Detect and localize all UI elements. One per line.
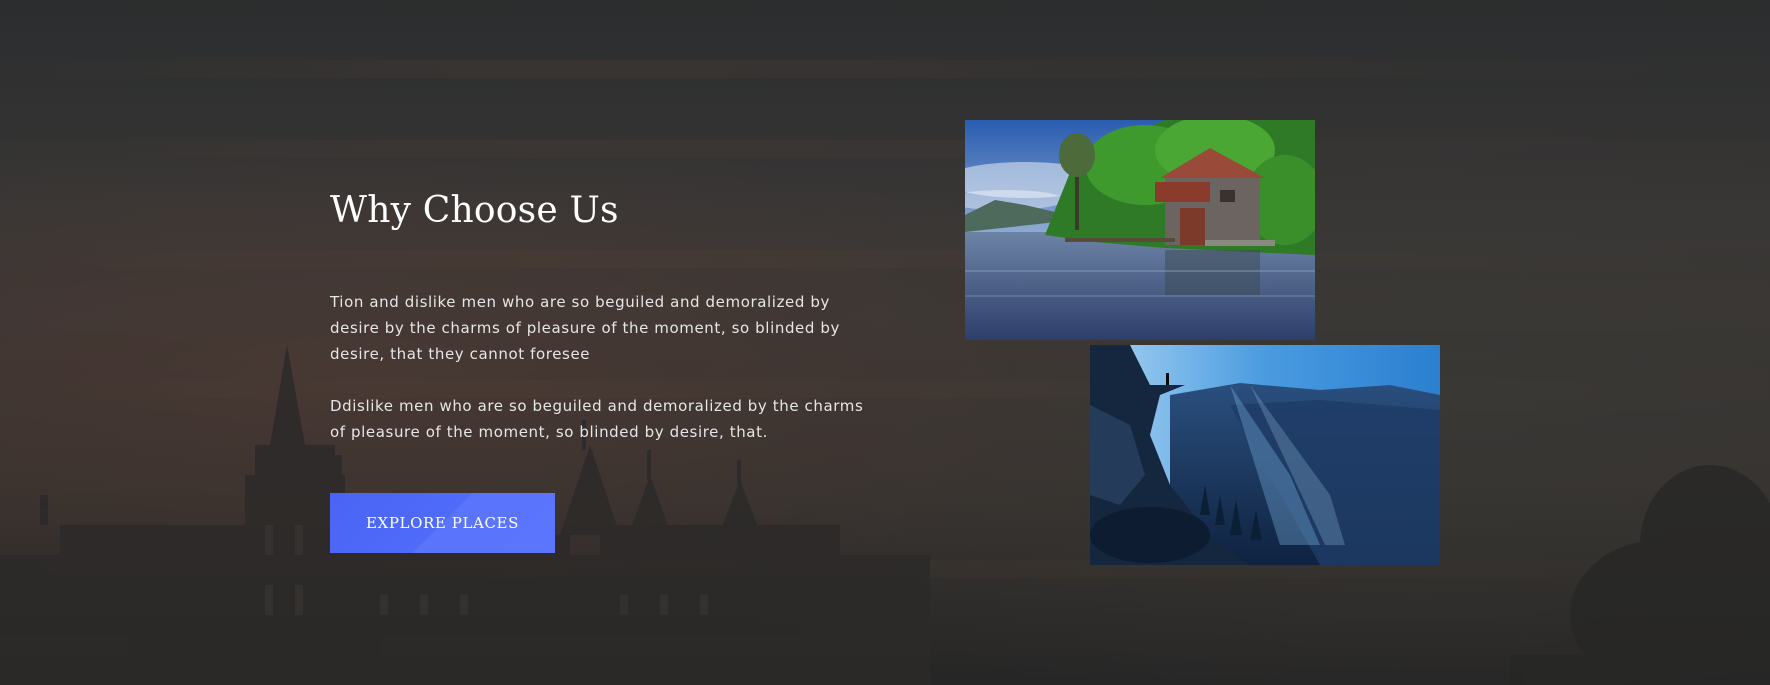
tree-silhouette-background — [1510, 465, 1770, 685]
background-streak — [0, 250, 1770, 268]
explore-places-button[interactable]: EXPLORE PLACES — [330, 493, 555, 553]
why-choose-us-section: Why Choose Us Tion and dislike men who a… — [0, 0, 1770, 685]
intro-paragraph: Tion and dislike men who are so beguiled… — [330, 293, 840, 363]
intro-paragraph: Ddislike men who are so beguiled and dem… — [330, 397, 864, 441]
mountain-cliff-photo — [1090, 345, 1440, 565]
background-streak — [0, 60, 1770, 78]
section-title: Why Choose Us — [330, 190, 619, 231]
background-streak — [0, 140, 1770, 158]
intro-content: Why Choose Us Tion and dislike men who a… — [330, 190, 870, 471]
lake-boathouse-photo — [965, 120, 1315, 340]
